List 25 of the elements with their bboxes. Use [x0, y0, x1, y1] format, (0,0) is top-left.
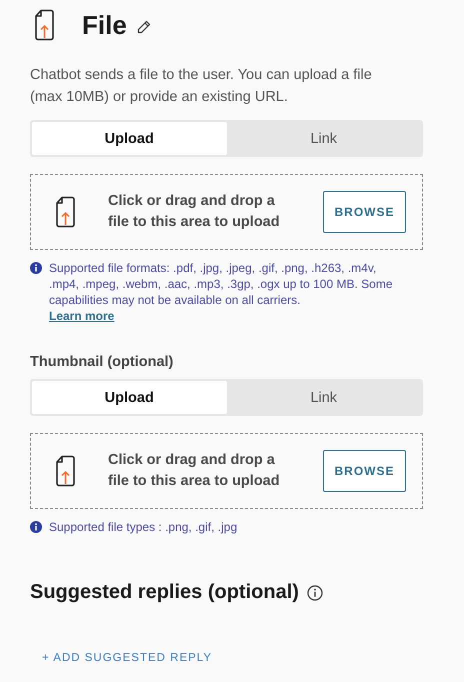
tab[interactable]: Link	[226, 381, 421, 414]
drop-zone-text: Click or drag and drop a file to this area to upload	[108, 451, 281, 491]
description: Chatbot sends a file to the user. You can upload a file (max 10MB) or provide an existing URL.	[30, 66, 373, 107]
drop-zone[interactable]: Click or drag and drop a file to this area to upload BROWSE	[30, 433, 423, 509]
browse-button[interactable]: BROWSE	[323, 450, 406, 492]
add-suggested-reply-button[interactable]: + ADD SUGGESTED REPLY	[42, 652, 212, 664]
info-text: Supported file formats: .pdf, .jpg, .jpeg, .gif, .png, .h263, .m4v, .mp4, .mpeg, .webm, .aac, .mp3, .3gp, .ogx up to 100 MB. Some capabilities may not be available on all carriers.	[49, 260, 394, 308]
edit-icon[interactable]	[136, 20, 151, 34]
section-label: Thumbnail (optional)	[30, 354, 174, 370]
learn-more-link[interactable]: Learn more	[49, 308, 114, 324]
drop-zone[interactable]: Click or drag and drop a file to this area to upload BROWSE	[30, 174, 423, 250]
browse-button[interactable]: BROWSE	[323, 191, 406, 233]
file-upload-icon	[35, 9, 55, 41]
tab[interactable]: Upload	[32, 381, 226, 414]
tab[interactable]: Upload	[32, 122, 226, 155]
info-icon[interactable]	[306, 584, 323, 600]
drop-zone-text: Click or drag and drop a file to this area to upload	[108, 192, 281, 232]
file-upload-icon	[56, 455, 76, 487]
page-title: File	[82, 10, 127, 40]
info-text: Supported file types : .png, .gif, .jpg	[49, 519, 238, 535]
info-icon	[30, 262, 42, 274]
section-heading: Suggested replies (optional)	[30, 581, 299, 604]
file-upload-icon	[56, 196, 76, 228]
info-icon	[30, 521, 42, 533]
tab[interactable]: Link	[226, 122, 421, 155]
